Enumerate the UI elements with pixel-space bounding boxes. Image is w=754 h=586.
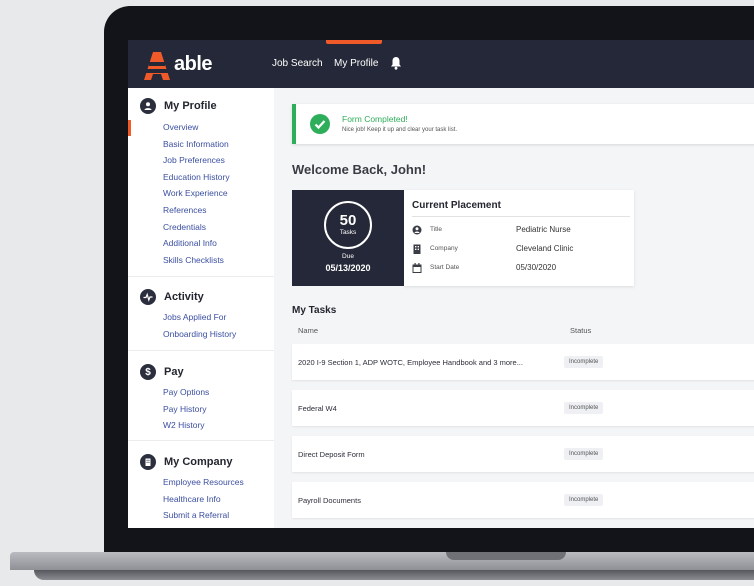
sidebar-item-education-history[interactable]: Education History: [163, 172, 230, 182]
due-date: 05/13/2020: [325, 263, 371, 273]
sidebar: My Profile Overview Basic Information Jo…: [128, 88, 275, 528]
app-screen: able Job Search My Profile My Profile Ov…: [128, 40, 754, 528]
sidebar-item-overview[interactable]: Overview: [163, 122, 198, 132]
laptop-deck: [10, 552, 754, 570]
current-placement-card: Current Placement Title Pediatric Nurse …: [404, 190, 634, 286]
top-nav-bar: able Job Search My Profile: [128, 40, 754, 88]
sidebar-title: My Profile: [164, 100, 217, 112]
placement-value: Cleveland Clinic: [516, 244, 574, 253]
sidebar-heading-my-profile[interactable]: My Profile: [140, 98, 217, 114]
laptop-base: [0, 552, 754, 586]
bell-icon[interactable]: [390, 56, 402, 70]
task-name: Payroll Documents: [298, 496, 361, 505]
able-logo-icon: [140, 52, 172, 80]
building-icon: [413, 244, 421, 254]
welcome-heading: Welcome Back, John!: [292, 162, 427, 177]
status-badge: Incomplete: [564, 494, 604, 506]
placement-value: 05/30/2020: [516, 263, 557, 272]
placement-value: Pediatric Nurse: [516, 225, 571, 234]
task-count-circle: 50 Tasks: [324, 201, 372, 249]
tasks-due-card: 50 Tasks Due 05/13/2020: [292, 190, 404, 286]
sidebar-item-job-preferences[interactable]: Job Preferences: [163, 155, 225, 165]
due-label: Due: [342, 253, 354, 260]
sidebar-item-additional-info[interactable]: Additional Info: [163, 238, 217, 248]
laptop-bottom: [34, 570, 754, 580]
building-icon: [140, 454, 156, 470]
divider: [412, 216, 630, 217]
sidebar-section-my-profile: My Profile Overview Basic Information Jo…: [128, 88, 274, 277]
pulse-icon: [140, 289, 156, 305]
nav-job-search[interactable]: Job Search: [272, 58, 323, 69]
task-row[interactable]: 2020 I-9 Section 1, ADP WOTC, Employee H…: [292, 344, 754, 380]
task-row[interactable]: Direct Deposit Form Incomplete: [292, 436, 754, 472]
task-count-label: Tasks: [339, 229, 357, 236]
sidebar-item-pay-history[interactable]: Pay History: [163, 404, 206, 414]
toast-subtitle: Nice job! Keep it up and clear your task…: [342, 127, 458, 133]
sidebar-item-w2-history[interactable]: W2 History: [163, 420, 205, 430]
sidebar-item-healthcare-info[interactable]: Healthcare Info: [163, 494, 221, 504]
person-icon: [140, 98, 156, 114]
my-tasks-heading: My Tasks: [292, 305, 337, 316]
check-circle-icon: [310, 114, 330, 134]
sidebar-title: Pay: [164, 366, 184, 378]
nav-my-profile[interactable]: My Profile: [334, 58, 378, 69]
task-name: 2020 I-9 Section 1, ADP WOTC, Employee H…: [298, 358, 523, 367]
person-icon: [412, 225, 422, 235]
success-toast: Form Completed! Nice job! Keep it up and…: [292, 104, 754, 144]
sidebar-title: My Company: [164, 456, 233, 468]
status-badge: Incomplete: [564, 448, 604, 460]
placement-row-company: Company Cleveland Clinic: [412, 243, 632, 257]
task-name: Direct Deposit Form: [298, 450, 365, 459]
task-count: 50: [339, 212, 357, 229]
placement-title: Current Placement: [412, 200, 501, 211]
task-row[interactable]: Federal W4 Incomplete: [292, 390, 754, 426]
sidebar-section-my-company: My Company Employee Resources Healthcare…: [128, 440, 274, 528]
active-nav-indicator: [326, 40, 382, 44]
sidebar-heading-pay[interactable]: $ Pay: [140, 364, 184, 380]
placement-row-title: Title Pediatric Nurse: [412, 224, 632, 238]
able-logo[interactable]: able: [140, 50, 220, 80]
sidebar-title: Activity: [164, 291, 204, 303]
calendar-icon: [412, 263, 422, 273]
sidebar-item-employee-resources[interactable]: Employee Resources: [163, 477, 244, 487]
placement-label: Company: [430, 245, 458, 252]
sidebar-heading-my-company[interactable]: My Company: [140, 454, 232, 470]
column-header-name[interactable]: Name: [298, 326, 318, 335]
sidebar-item-jobs-applied-for[interactable]: Jobs Applied For: [163, 312, 226, 322]
sidebar-section-activity: Activity Jobs Applied For Onboarding His…: [128, 276, 274, 351]
placement-label: Title: [430, 226, 443, 233]
task-row[interactable]: Payroll Documents Incomplete: [292, 482, 754, 518]
main-content: Form Completed! Nice job! Keep it up and…: [274, 88, 754, 528]
column-header-status[interactable]: Status: [570, 326, 591, 335]
placement-label: Start Date: [430, 264, 460, 271]
dollar-icon: $: [140, 364, 156, 380]
sidebar-section-pay: $ Pay Pay Options Pay History W2 History: [128, 350, 274, 441]
status-badge: Incomplete: [564, 402, 604, 414]
task-name: Federal W4: [298, 404, 337, 413]
sidebar-item-skills-checklists[interactable]: Skills Checklists: [163, 255, 224, 265]
sidebar-item-pay-options[interactable]: Pay Options: [163, 387, 209, 397]
sidebar-item-references[interactable]: References: [163, 205, 206, 215]
status-badge: Incomplete: [564, 356, 604, 368]
sidebar-item-work-experience[interactable]: Work Experience: [163, 188, 228, 198]
sidebar-heading-activity[interactable]: Activity: [140, 289, 204, 305]
placement-row-start-date: Start Date 05/30/2020: [412, 262, 632, 276]
sidebar-item-submit-a-referral[interactable]: Submit a Referral: [163, 510, 229, 520]
toast-title: Form Completed!: [342, 114, 408, 124]
logo-text: able: [174, 53, 213, 75]
laptop-notch: [446, 552, 566, 560]
sidebar-item-onboarding-history[interactable]: Onboarding History: [163, 329, 236, 339]
sidebar-item-basic-information[interactable]: Basic Information: [163, 139, 229, 149]
sidebar-item-credentials[interactable]: Credentials: [163, 222, 206, 232]
